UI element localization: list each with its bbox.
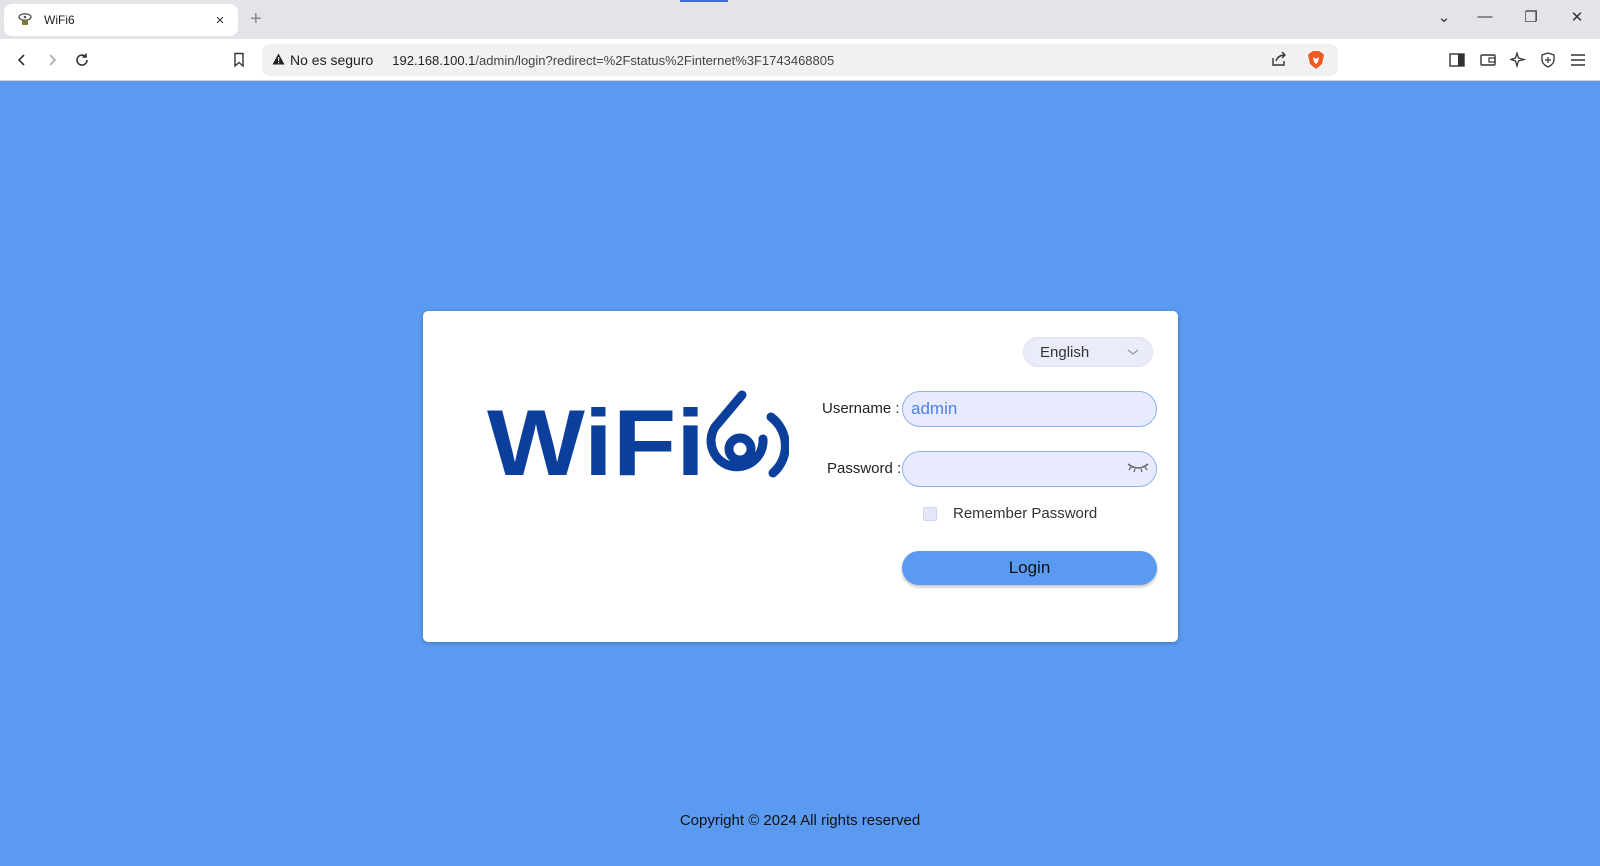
language-value: English bbox=[1040, 343, 1090, 361]
url-host: 192.168.100.1 bbox=[392, 52, 476, 68]
wallet-icon[interactable] bbox=[1477, 49, 1499, 71]
password-field[interactable] bbox=[902, 451, 1157, 487]
browser-tab[interactable]: WiFi6 × bbox=[4, 4, 238, 36]
router-favicon-icon bbox=[16, 11, 34, 29]
url-path: /admin/login?redirect=%2Fstatus%2Fintern… bbox=[475, 52, 835, 68]
remember-password-checkbox[interactable] bbox=[923, 506, 937, 521]
eye-closed-icon[interactable] bbox=[1126, 461, 1150, 475]
username-label: Username : bbox=[822, 400, 900, 417]
warning-icon[interactable] bbox=[272, 53, 285, 68]
address-bar[interactable]: No es seguro 192.168.100.1/admin/login?r… bbox=[262, 44, 1338, 76]
restore-icon[interactable]: ❐ bbox=[1519, 8, 1543, 26]
share-icon[interactable] bbox=[1270, 50, 1288, 73]
tab-title: WiFi6 bbox=[44, 13, 75, 27]
reload-icon[interactable] bbox=[69, 47, 95, 73]
security-label[interactable]: No es seguro bbox=[290, 52, 373, 68]
forward-icon[interactable] bbox=[39, 47, 65, 73]
language-select[interactable]: English bbox=[1023, 337, 1153, 367]
password-label: Password : bbox=[827, 460, 902, 477]
brave-shields-icon[interactable] bbox=[1307, 50, 1325, 75]
username-value: admin bbox=[911, 399, 958, 418]
chevron-down-icon bbox=[1127, 349, 1139, 355]
tab-bar: WiFi6 × + ⌄ — ❐ ✕ bbox=[0, 0, 1600, 39]
login-button[interactable]: Login bbox=[902, 551, 1157, 585]
tab-bar-indicator bbox=[680, 0, 728, 2]
remember-password-toggle[interactable]: Remember Password bbox=[923, 505, 1097, 522]
username-field[interactable]: admin bbox=[902, 391, 1157, 427]
menu-icon[interactable] bbox=[1567, 49, 1589, 71]
tab-close-icon[interactable]: × bbox=[212, 12, 228, 29]
window-close-icon[interactable]: ✕ bbox=[1565, 8, 1589, 26]
vpn-shield-icon[interactable] bbox=[1537, 49, 1559, 71]
new-tab-icon[interactable]: + bbox=[250, 8, 262, 31]
back-icon[interactable] bbox=[9, 47, 35, 73]
login-card: WiFi English Username : admin Password :… bbox=[423, 311, 1178, 642]
browser-toolbar: No es seguro 192.168.100.1/admin/login?r… bbox=[0, 39, 1600, 81]
sidebar-icon[interactable] bbox=[1446, 49, 1468, 71]
wifi6-logo: WiFi bbox=[487, 390, 789, 481]
logo-wordmark: WiFi bbox=[487, 390, 705, 481]
bookmark-icon[interactable] bbox=[226, 47, 252, 73]
copyright-text: Copyright © 2024 All rights reserved bbox=[679, 812, 921, 829]
leo-ai-icon[interactable] bbox=[1507, 49, 1529, 71]
tab-search-icon[interactable]: ⌄ bbox=[1432, 8, 1456, 26]
remember-password-label: Remember Password bbox=[953, 505, 1098, 522]
minimize-icon[interactable]: — bbox=[1473, 8, 1497, 25]
